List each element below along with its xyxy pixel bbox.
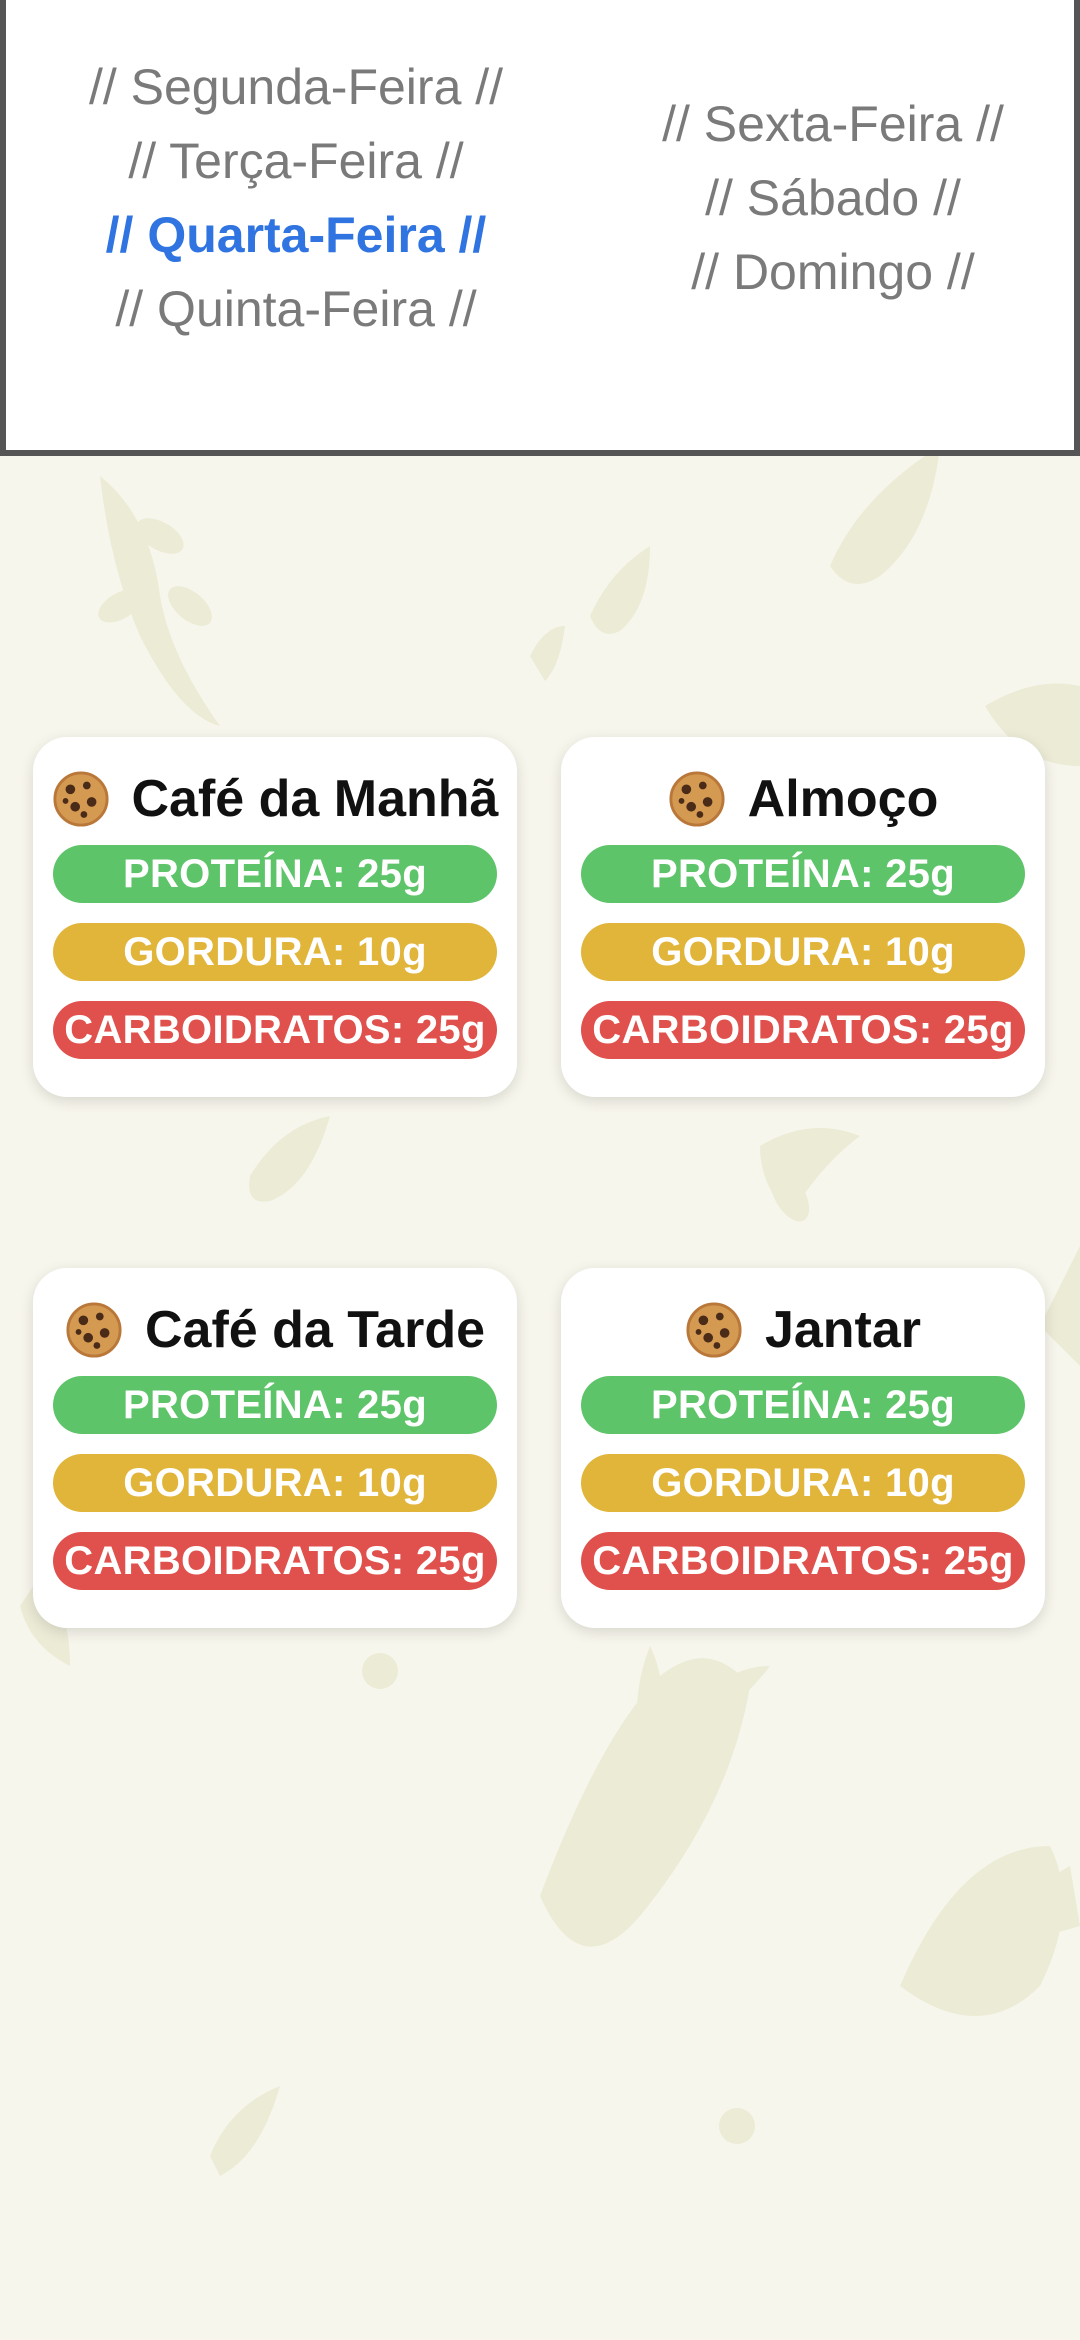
meal-card-dinner[interactable]: Jantar PROTEÍNA: 25g GORDURA: 10g CARBOI… (561, 1268, 1045, 1628)
day-wednesday-selected[interactable]: // Quarta-Feira // (6, 198, 586, 272)
cookie-icon (66, 1302, 122, 1358)
meal-card-header: Café da Manhã (33, 767, 517, 831)
meal-card-header: Café da Tarde (33, 1298, 517, 1362)
fat-badge: GORDURA: 10g (53, 1454, 497, 1512)
meal-card-afternoon-snack[interactable]: Café da Tarde PROTEÍNA: 25g GORDURA: 10g… (33, 1268, 517, 1628)
day-friday[interactable]: // Sexta-Feira // (586, 87, 1080, 161)
fat-badge: GORDURA: 10g (581, 1454, 1025, 1512)
carbs-badge: CARBOIDRATOS: 25g (53, 1001, 497, 1059)
fat-badge: GORDURA: 10g (581, 923, 1025, 981)
protein-badge: PROTEÍNA: 25g (53, 845, 497, 903)
weekday-column-left: // Segunda-Feira // // Terça-Feira // //… (6, 50, 586, 346)
meal-card-lunch[interactable]: Almoço PROTEÍNA: 25g GORDURA: 10g CARBOI… (561, 737, 1045, 1097)
protein-badge: PROTEÍNA: 25g (581, 1376, 1025, 1434)
meal-title: Almoço (747, 770, 939, 828)
meal-card-header: Jantar (561, 1298, 1045, 1362)
day-monday[interactable]: // Segunda-Feira // (6, 50, 586, 124)
carbs-badge: CARBOIDRATOS: 25g (581, 1532, 1025, 1590)
meal-title: Jantar (764, 1301, 922, 1359)
day-thursday[interactable]: // Quinta-Feira // (6, 272, 586, 346)
carbs-badge: CARBOIDRATOS: 25g (581, 1001, 1025, 1059)
meal-title: Café da Tarde (144, 1301, 486, 1359)
cookie-icon (52, 771, 109, 827)
carbs-badge: CARBOIDRATOS: 25g (53, 1532, 497, 1590)
weekday-selector: // Segunda-Feira // // Terça-Feira // //… (0, 0, 1080, 456)
day-sunday[interactable]: // Domingo // (586, 235, 1080, 309)
protein-badge: PROTEÍNA: 25g (581, 845, 1025, 903)
fat-badge: GORDURA: 10g (53, 923, 497, 981)
cookie-icon (686, 1302, 742, 1358)
meal-card-breakfast[interactable]: Café da Manhã PROTEÍNA: 25g GORDURA: 10g… (33, 737, 517, 1097)
protein-badge: PROTEÍNA: 25g (53, 1376, 497, 1434)
day-tuesday[interactable]: // Terça-Feira // (6, 124, 586, 198)
weekday-column-right: // Sexta-Feira // // Sábado // // Doming… (586, 87, 1080, 309)
meal-card-header: Almoço (561, 767, 1045, 831)
day-saturday[interactable]: // Sábado // (586, 161, 1080, 235)
meal-title: Café da Manhã (131, 770, 499, 828)
cookie-icon (669, 771, 725, 827)
